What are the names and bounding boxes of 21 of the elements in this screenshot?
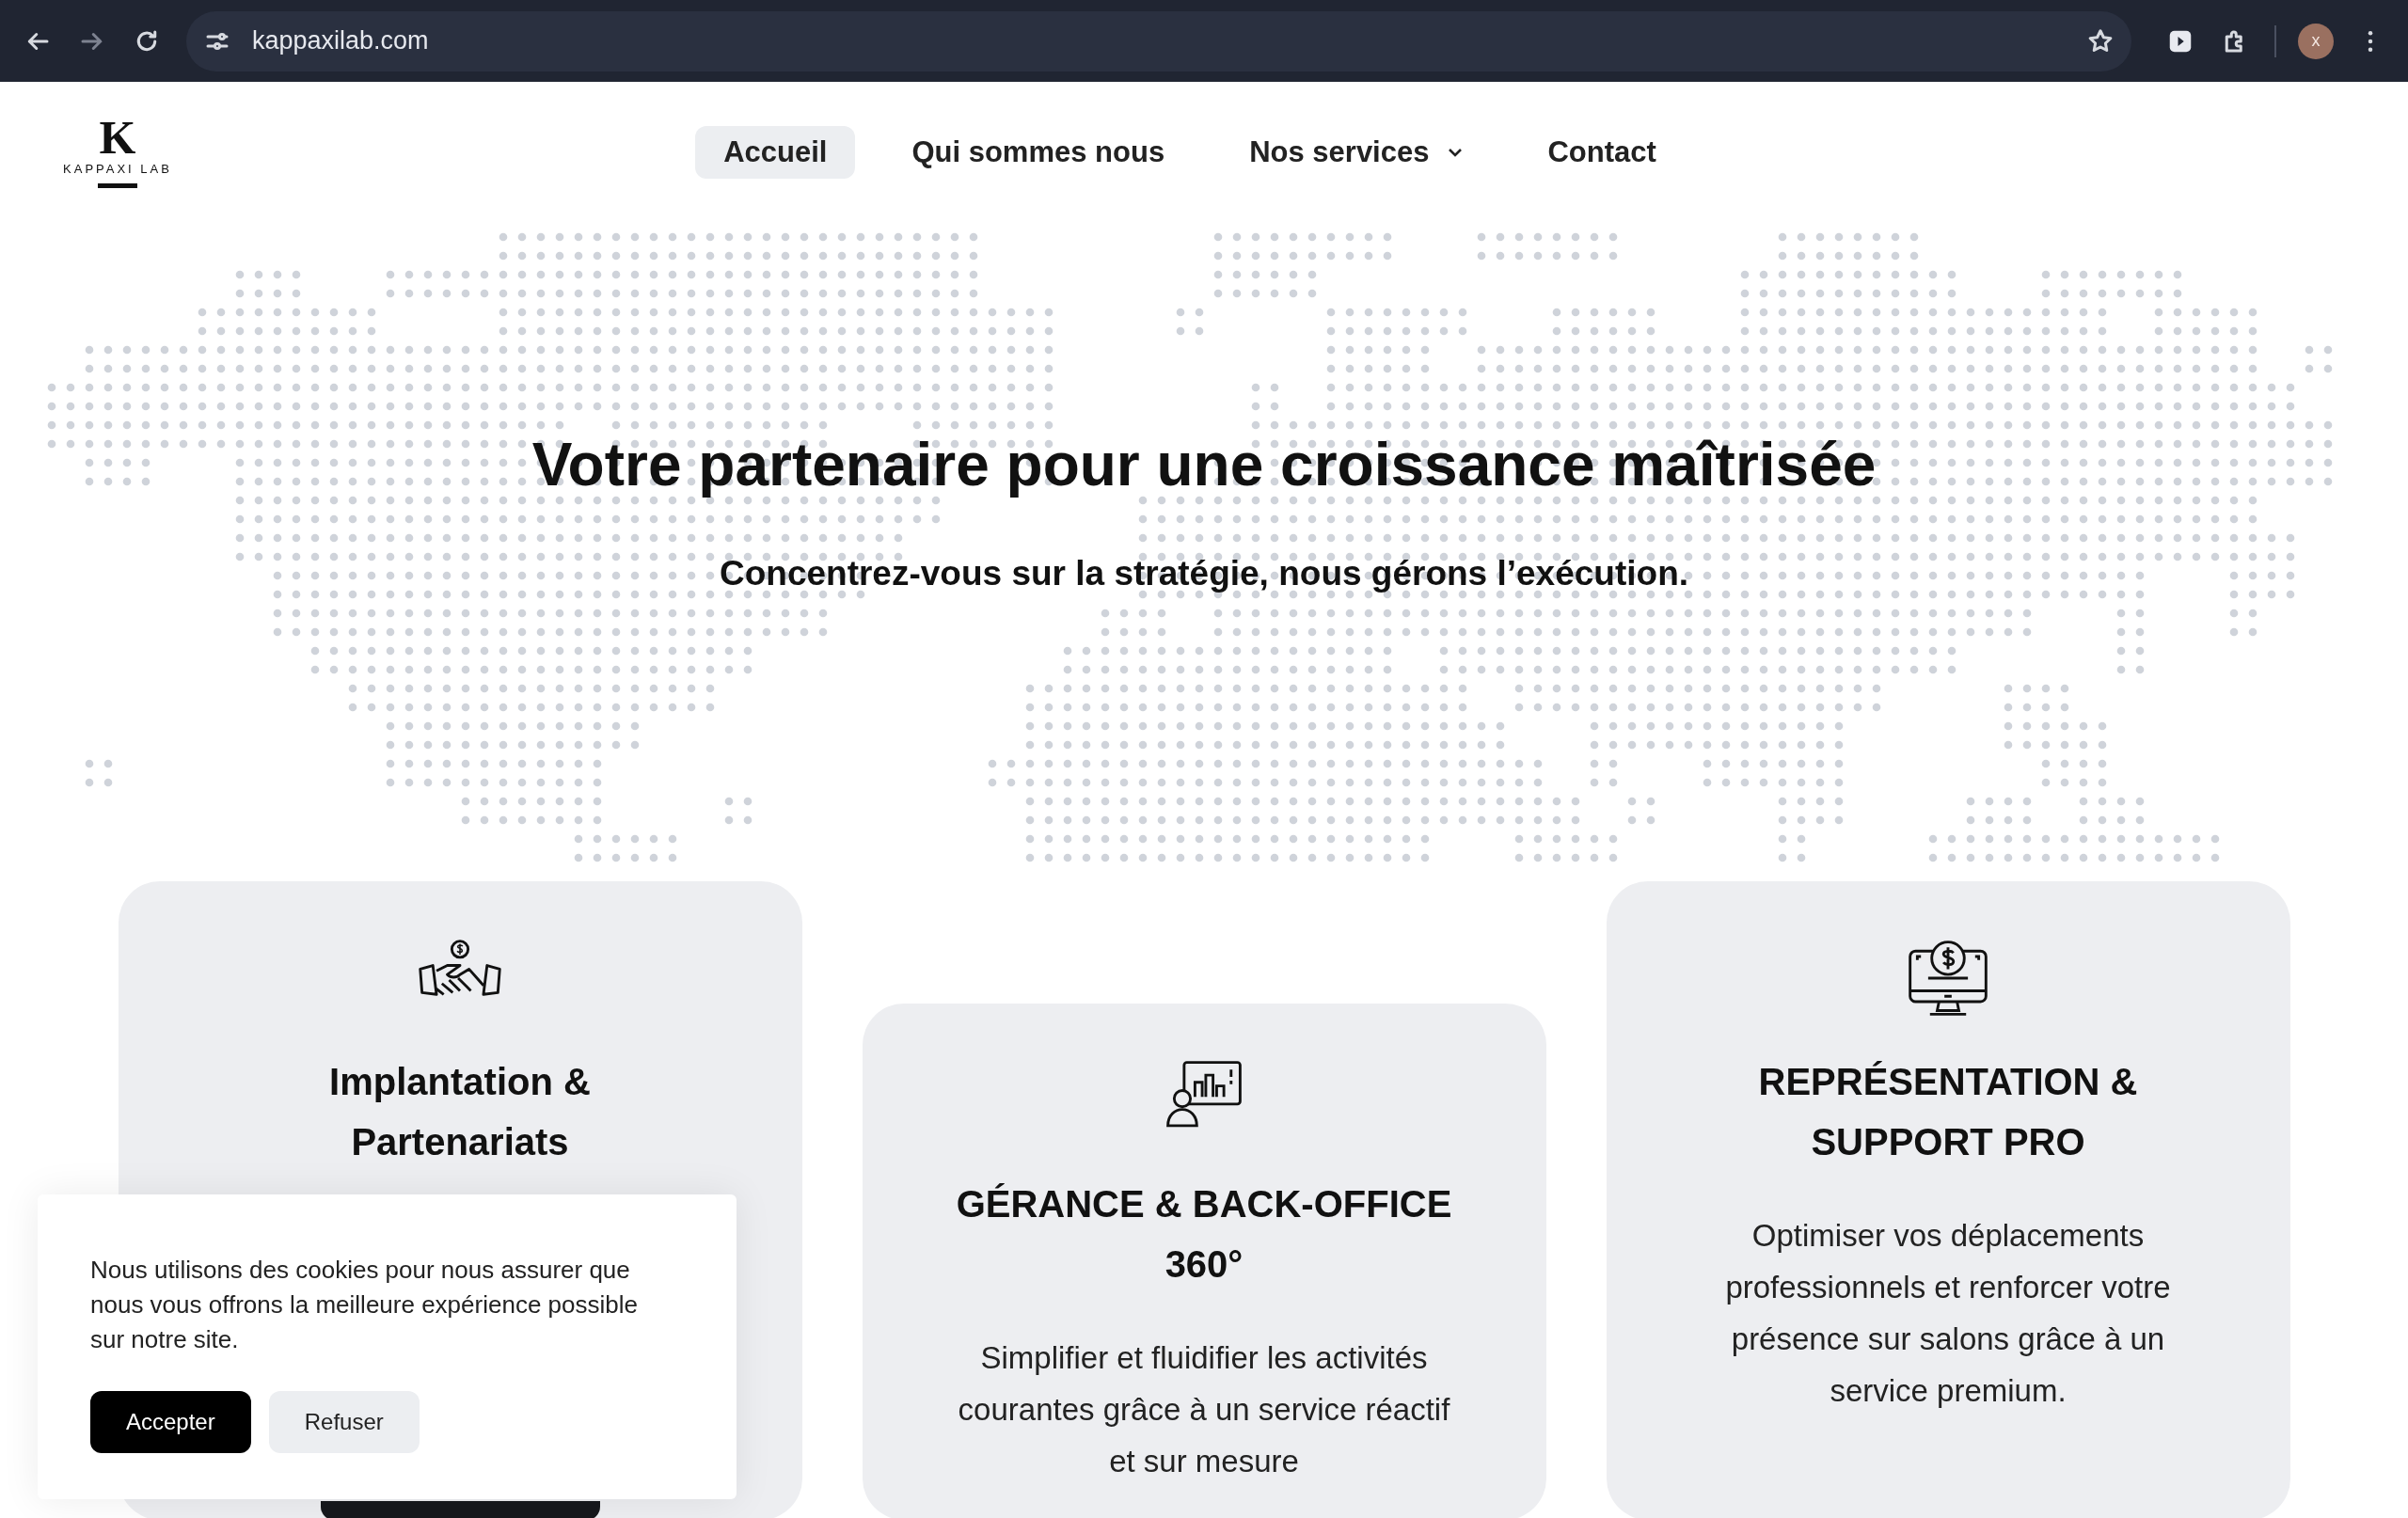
logo-mark[interactable]: K <box>99 117 136 158</box>
nav-link[interactable]: Qui sommes nous <box>883 126 1194 179</box>
hero-subtitle: Concentrez-vous sur la stratégie, nous gérons l’exécution. <box>719 554 1689 593</box>
nav-link[interactable]: Accueil <box>695 126 856 179</box>
logo-name[interactable]: KAPPAXI LAB <box>63 162 172 176</box>
url-text: kappaxilab.com <box>252 26 430 55</box>
accept-button[interactable]: Accepter <box>90 1391 251 1453</box>
card-title: GÉRANCE & BACK-OFFICE 360° <box>956 1182 1452 1287</box>
card-title: Implantation & Partenariats <box>329 1060 591 1164</box>
cookie-message: Nous utilisons des cookies pour nous assurer que nous vous offrons la meilleure expérience possible sur notre site. <box>90 1255 639 1355</box>
nav-link[interactable]: Nos services <box>1221 126 1492 179</box>
address-bar[interactable]: kappaxilab.com <box>186 10 2131 71</box>
card-description: Optimiser vos déplacements professionnels et renforcer votre présence sur salons grâce à un service premium. <box>1724 1217 2172 1410</box>
decline-button[interactable]: Refuser <box>268 1391 420 1453</box>
caret-icon <box>1446 147 1464 158</box>
card-description: Simplifier et fluidifier les activités courantes grâce à un service réactif et sur mesure <box>957 1339 1451 1480</box>
card-title: REPRÉSENTATION & SUPPORT PRO <box>1758 1060 2138 1164</box>
profile-avatar[interactable]: x <box>2298 23 2334 59</box>
nav-link[interactable]: Contact <box>1519 126 1685 179</box>
hero-title: Votre partenaire pour une croissance maîtrisée <box>531 430 1877 499</box>
logo-underline <box>98 183 137 188</box>
